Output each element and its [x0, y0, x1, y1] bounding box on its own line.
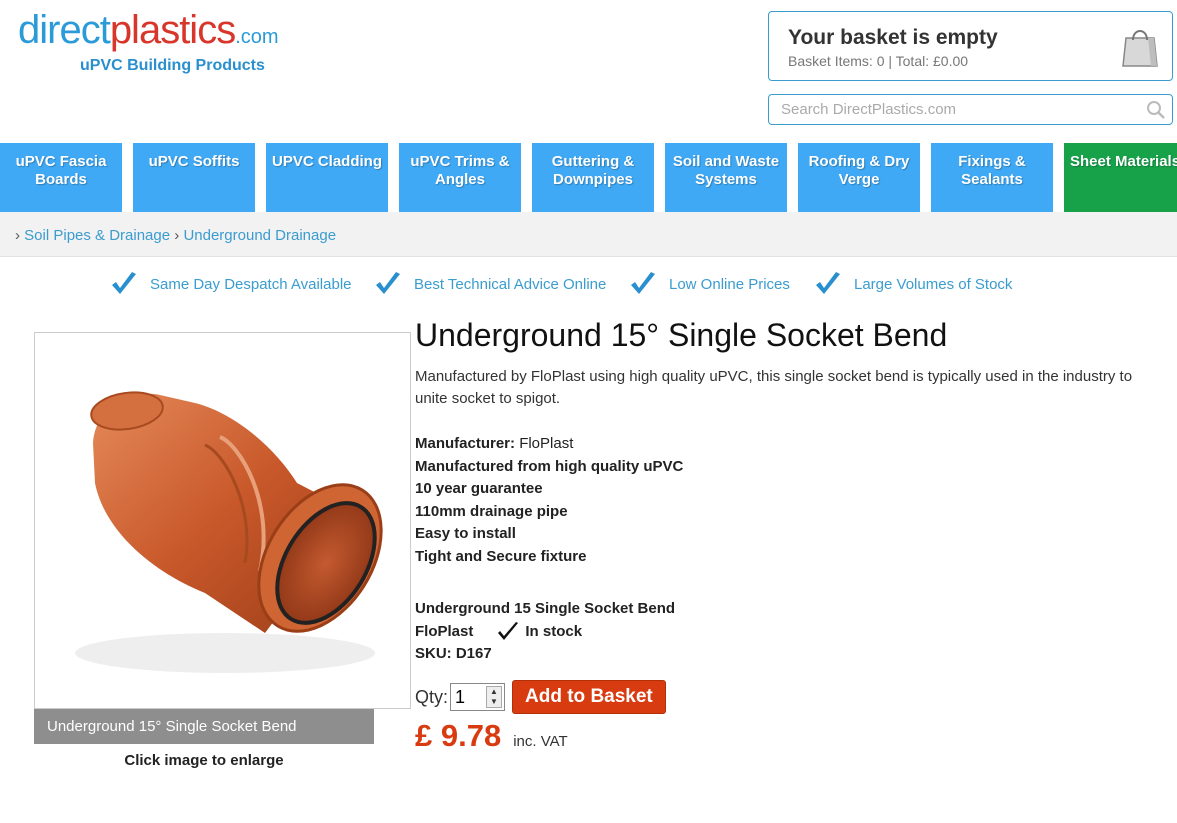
- feature-item: 10 year guarantee: [415, 480, 543, 498]
- enlarge-hint[interactable]: Click image to enlarge: [34, 752, 374, 769]
- basket-summary[interactable]: Your basket is empty Basket Items: 0 | T…: [768, 11, 1173, 81]
- nav-item-fascia-boards[interactable]: uPVC Fascia Boards: [0, 143, 122, 212]
- product-image[interactable]: [34, 332, 411, 709]
- qty-input[interactable]: [451, 684, 486, 710]
- stock-status: In stock: [525, 622, 583, 640]
- nav-item-cladding[interactable]: UPVC Cladding: [266, 143, 388, 212]
- nav-item-soffits[interactable]: uPVC Soffits: [133, 143, 255, 212]
- vat-note: inc. VAT: [513, 733, 568, 750]
- breadcrumb-link-underground[interactable]: Underground Drainage: [183, 227, 336, 244]
- product-sku: SKU: D167: [415, 645, 492, 663]
- logo-tagline: uPVC Building Products: [80, 57, 265, 74]
- feature-item: 110mm drainage pipe: [415, 502, 568, 520]
- increment-arrow-icon[interactable]: ▲: [487, 687, 501, 697]
- usp-item: Large Volumes of Stock: [814, 270, 1012, 298]
- brand-name: FloPlast: [415, 622, 474, 640]
- shopping-bag-icon: [1122, 30, 1158, 67]
- search-icon[interactable]: [1146, 100, 1166, 120]
- nav-item-trims-angles[interactable]: uPVC Trims & Angles: [399, 143, 521, 212]
- usp-bar: Same Day Despatch Available Best Technic…: [0, 270, 1177, 300]
- stock-line: FloPlast In stock: [415, 621, 675, 644]
- nav-item-soil-waste[interactable]: Soil and Waste Systems: [665, 143, 787, 212]
- checkmark-icon: [112, 272, 136, 294]
- product-summary: Underground 15 Single Socket Bend FloPla…: [415, 598, 675, 666]
- manufacturer-value: FloPlast: [519, 435, 574, 452]
- breadcrumb-link-soil-pipes[interactable]: Soil Pipes & Drainage: [24, 227, 170, 244]
- socket-bend-image: [75, 391, 383, 673]
- search-bar: [768, 94, 1173, 125]
- nav-item-roofing[interactable]: Roofing & Dry Verge: [798, 143, 920, 212]
- usp-item: Best Technical Advice Online: [374, 270, 606, 298]
- usp-label: Best Technical Advice Online: [414, 275, 607, 293]
- usp-label: Large Volumes of Stock: [854, 275, 1013, 293]
- nav-item-guttering[interactable]: Guttering & Downpipes: [532, 143, 654, 212]
- checkmark-icon: [376, 272, 400, 294]
- qty-label: Qty:: [415, 686, 449, 707]
- qty-stepper: ▲ ▼: [450, 683, 506, 711]
- product-name-line: Underground 15 Single Socket Bend: [415, 600, 676, 617]
- price-row: £ 9.78 inc. VAT: [415, 718, 568, 754]
- qty-stepper-buttons: ▲ ▼: [486, 686, 503, 708]
- image-caption: Underground 15° Single Socket Bend: [34, 709, 374, 744]
- checkmark-icon: [816, 272, 840, 294]
- breadcrumb-separator: ›: [174, 227, 180, 244]
- main-nav: uPVC Fascia Boards uPVC Soffits UPVC Cla…: [0, 143, 1177, 212]
- basket-title: Your basket is empty: [788, 26, 998, 49]
- manufacturer-label: Manufacturer:: [415, 435, 516, 452]
- product-features: Manufacturer: FloPlast Manufactured from…: [415, 433, 683, 569]
- usp-label: Low Online Prices: [669, 275, 790, 293]
- product-title: Underground 15° Single Socket Bend: [415, 317, 948, 353]
- manufacturer-row: Manufacturer: FloPlast: [415, 433, 683, 456]
- nav-item-fixings[interactable]: Fixings & Sealants: [931, 143, 1053, 212]
- add-to-basket-button[interactable]: Add to Basket: [512, 680, 666, 714]
- usp-item: Same Day Despatch Available: [110, 270, 352, 298]
- usp-label: Same Day Despatch Available: [150, 275, 352, 293]
- buy-row: Qty: ▲ ▼ Add to Basket: [415, 680, 666, 714]
- search-input[interactable]: [781, 95, 1141, 124]
- feature-item: Tight and Secure fixture: [415, 547, 587, 565]
- basket-totals: Basket Items: 0 | Total: £0.00: [788, 53, 969, 69]
- checkmark-icon: [631, 272, 655, 294]
- nav-item-sheet-materials[interactable]: Sheet Materials: [1064, 143, 1177, 212]
- decrement-arrow-icon[interactable]: ▼: [487, 697, 501, 707]
- logo-wordmark: directplastics.com: [18, 8, 279, 52]
- product-price: £ 9.78: [415, 718, 502, 753]
- usp-item: Low Online Prices: [629, 270, 790, 298]
- breadcrumb-separator: ›: [15, 227, 20, 244]
- feature-item: Easy to install: [415, 525, 516, 543]
- feature-item: Manufactured from high quality uPVC: [415, 457, 684, 475]
- checkmark-icon: [498, 621, 519, 640]
- breadcrumb: › Soil Pipes & Drainage › Underground Dr…: [0, 212, 1177, 257]
- site-logo[interactable]: directplastics.com uPVC Building Product…: [18, 8, 279, 75]
- product-description: Manufactured by FloPlast using high qual…: [415, 368, 1133, 407]
